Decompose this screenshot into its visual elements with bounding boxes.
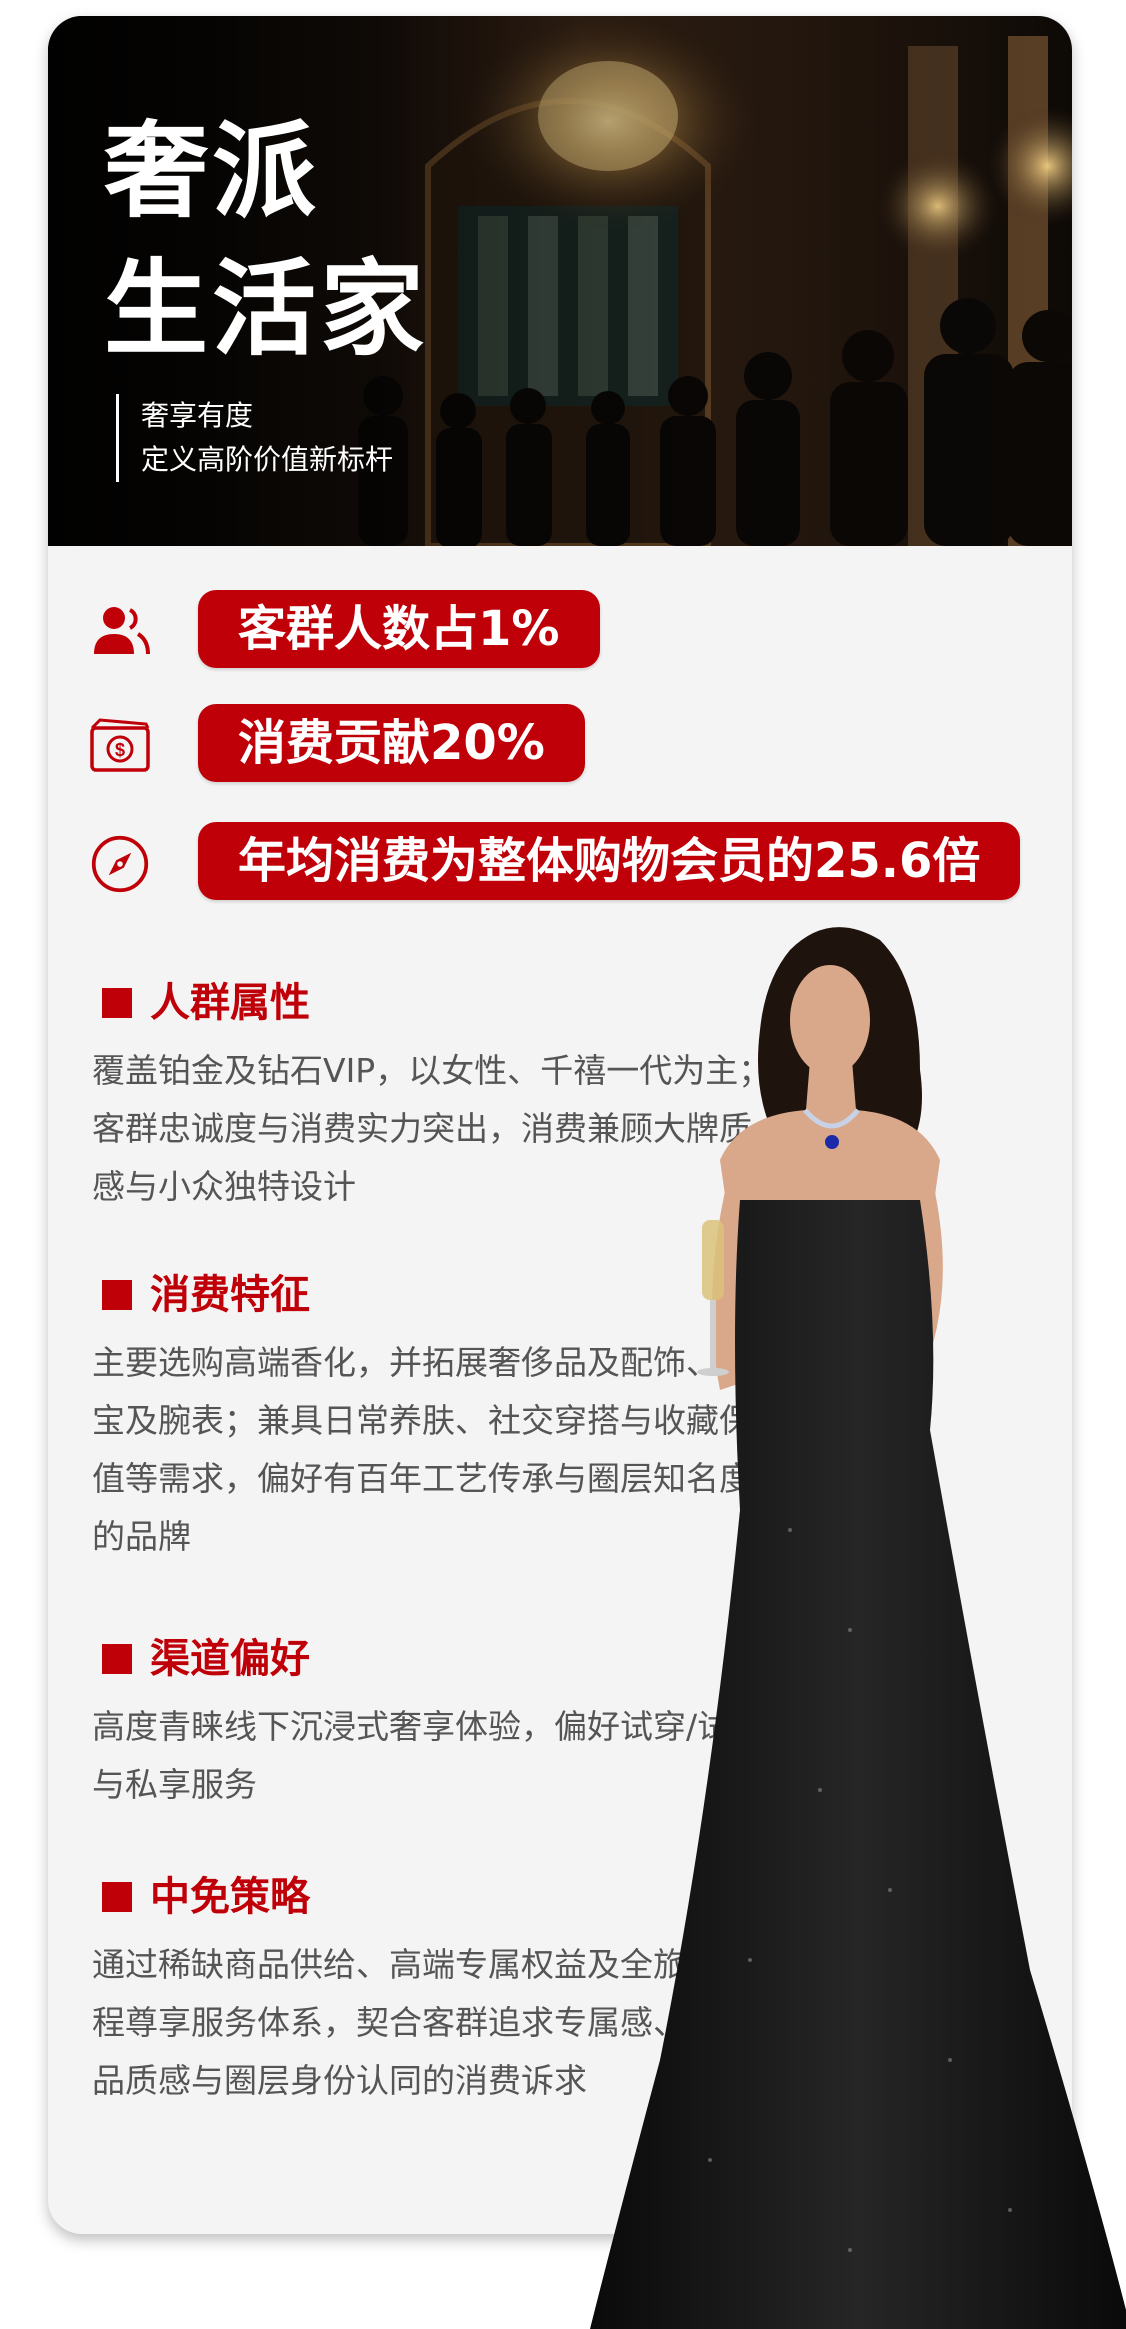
hero-subtitle-line-2: 定义高阶价值新标杆 (141, 443, 394, 476)
stat-pill: 年均消费为整体购物会员的25.6倍 (198, 822, 1021, 900)
hero-title: 奢派 生活家 (104, 102, 428, 378)
hero-subtitle-line-1: 奢享有度 (141, 399, 254, 432)
users-icon (94, 607, 150, 655)
money-icon: $ (90, 718, 150, 772)
stat-pill: 客群人数占1% (198, 590, 600, 668)
stat-annual-spend: 年均消费为整体购物会员的25.6倍 (78, 822, 1072, 904)
woman-in-gown-image (590, 927, 1126, 2329)
square-bullet-icon (102, 1644, 132, 1674)
hero-title-line-2: 生活家 (104, 248, 429, 370)
stat-pill: 消费贡献20% (198, 704, 585, 782)
hero-banner: 奢派 生活家 奢享有度 定义高阶价值新标杆 (48, 16, 1072, 546)
square-bullet-icon (102, 1280, 132, 1310)
square-bullet-icon (102, 988, 132, 1018)
hero-title-line-1: 奢派 (104, 110, 321, 232)
hero-subtitle: 奢享有度 定义高阶价值新标杆 (116, 394, 393, 482)
svg-text:$: $ (115, 740, 125, 760)
square-bullet-icon (102, 1882, 132, 1912)
stat-consumption-contribution: $ 消费贡献20% (78, 704, 1072, 786)
stat-customer-share: 客群人数占1% (78, 590, 1072, 672)
compass-icon (91, 835, 149, 893)
